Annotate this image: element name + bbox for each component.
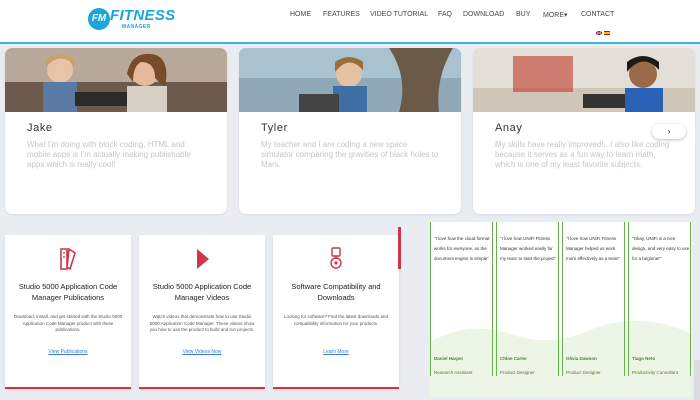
anay-photo: [473, 48, 695, 112]
nav-home[interactable]: HOME: [290, 11, 311, 18]
resource-card-videos: Studio 5000 Application Code Manager Vid…: [139, 235, 265, 389]
resource-card-software: Software Compatibility and Downloads Loo…: [273, 235, 399, 389]
quote-role: Research Assistant: [434, 370, 473, 375]
resource-title: Software Compatibility and Downloads: [291, 282, 381, 302]
quote-role: Productivity Consultant: [632, 370, 679, 375]
testimonial-quote: My teacher and I are coding a new space …: [261, 140, 439, 169]
site-header: FM FITNESS MANAGER HOME FEATURES VIDEO T…: [0, 0, 700, 44]
quote-role: Product Designer: [566, 370, 601, 375]
nav-more-dropdown[interactable]: MORE▾: [543, 11, 568, 19]
scrollbar[interactable]: [694, 360, 700, 400]
play-icon: [197, 249, 209, 269]
book-icon: [60, 247, 76, 271]
tyler-photo: [239, 48, 461, 112]
quote-card: "I love how UNiFi Fitness Manager helped…: [562, 222, 625, 376]
resource-card-publications: Studio 5000 Application Code Manager Pub…: [5, 235, 131, 389]
testimonial-name: Jake: [27, 122, 53, 134]
nav-faq[interactable]: FAQ: [438, 11, 452, 18]
resource-description: Watch videos that demonstrate how to use…: [149, 314, 255, 332]
testimonial-card-tyler: Tyler My teacher and I are coding a new …: [239, 48, 461, 214]
carousel-next-button[interactable]: ›: [652, 124, 686, 139]
resource-title: Studio 5000 Application Code Manager Pub…: [18, 282, 118, 302]
spanish-flag-icon[interactable]: [604, 31, 610, 35]
compatibility-icon: [330, 247, 342, 269]
nav-features[interactable]: FEATURES: [323, 11, 360, 18]
view-videos-link[interactable]: View Videos Now: [139, 349, 265, 355]
quote-card: "I love how the cloud format works for e…: [430, 222, 493, 376]
view-publications-link[interactable]: View Publications: [5, 349, 131, 355]
section-divider: [398, 227, 401, 269]
logo-badge: FM: [88, 8, 110, 30]
quote-text: "I love how UNiFi Fitness Manager helped…: [566, 236, 621, 261]
resource-title: Studio 5000 Application Code Manager Vid…: [152, 282, 252, 302]
nav-download[interactable]: DOWNLOAD: [463, 11, 504, 18]
resource-description: Download, install, and get started with …: [13, 314, 123, 332]
testimonial-quote: What I'm doing with block coding, HTML a…: [27, 140, 191, 169]
nav-buy[interactable]: BUY: [516, 11, 530, 18]
testimonial-card-jake: Jake What I'm doing with block coding, H…: [5, 48, 227, 214]
quote-author: Chloe Carter: [500, 356, 528, 361]
quotes-panel: "I love how the cloud format works for e…: [430, 222, 692, 398]
quote-author: Tiago Neto: [632, 356, 656, 361]
quote-author: Daniel Harper: [434, 356, 464, 361]
jake-photo: [5, 48, 227, 112]
quote-text: "Okay, UNiFi is a nice design, and very …: [632, 236, 690, 261]
quote-card: "Okay, UNiFi is a nice design, and very …: [628, 222, 691, 376]
learn-more-link[interactable]: Learn More: [273, 349, 399, 355]
quote-role: Product Designer: [500, 370, 535, 375]
english-flag-icon[interactable]: [596, 31, 602, 35]
quote-card: "I love how UNiFi Fitness Manager worked…: [496, 222, 559, 376]
resource-description: Looking for software? Find the latest do…: [283, 314, 389, 326]
quote-text: "I love how UNiFi Fitness Manager worked…: [500, 236, 557, 261]
testimonial-name: Anay: [495, 122, 523, 134]
logo-wordmark: FITNESS: [110, 7, 176, 24]
logo[interactable]: FM FITNESS MANAGER: [88, 6, 176, 34]
nav-contact[interactable]: CONTACT: [581, 11, 614, 18]
nav-video-tutorial[interactable]: VIDEO TUTORIAL: [370, 11, 428, 18]
quote-author: Olivia Dawson: [566, 356, 597, 361]
testimonial-name: Tyler: [261, 122, 288, 134]
testimonial-quote: My skills have really improved!...I also…: [495, 140, 670, 169]
logo-subtitle: MANAGER: [122, 24, 151, 30]
quote-text: "I love how the cloud format works for e…: [434, 236, 490, 261]
